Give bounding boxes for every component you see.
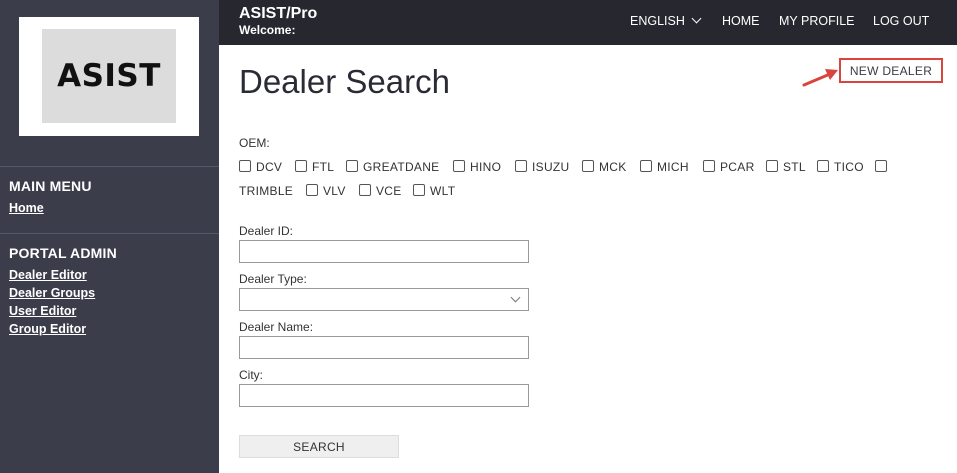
page-title: Dealer Search xyxy=(239,63,450,100)
language-dropdown[interactable]: ENGLISH xyxy=(630,13,702,28)
oem-checkbox-wlt[interactable] xyxy=(413,184,425,196)
nav-my-profile[interactable]: MY PROFILE xyxy=(779,14,854,28)
language-label: ENGLISH xyxy=(630,14,685,28)
sidebar-divider xyxy=(0,233,219,234)
search-button[interactable]: SEARCH xyxy=(239,435,399,458)
oem-checkbox-hino[interactable] xyxy=(453,160,465,172)
city-label: City: xyxy=(239,368,263,382)
oem-label-ftl: FTL xyxy=(312,160,335,174)
oem-label-mich: MICH xyxy=(657,160,689,174)
logo-container: ASIST xyxy=(19,17,199,136)
sidebar-link-group-editor[interactable]: Group Editor xyxy=(9,322,86,336)
nav-home[interactable]: HOME xyxy=(722,14,760,28)
oem-checkbox-ftl[interactable] xyxy=(295,160,307,172)
oem-label-mck: MCK xyxy=(599,160,627,174)
oem-label-isuzu: ISUZU xyxy=(532,160,570,174)
oem-checkbox-stl[interactable] xyxy=(766,160,778,172)
sidebar-divider xyxy=(0,166,219,167)
welcome-text: Welcome: xyxy=(239,23,296,37)
oem-label: OEM: xyxy=(239,136,270,150)
brand-title: ASIST/Pro xyxy=(239,5,318,22)
sidebar-link-user-editor[interactable]: User Editor xyxy=(9,304,76,318)
oem-checkbox-greatdane[interactable] xyxy=(346,160,358,172)
dealer-name-input[interactable] xyxy=(239,336,529,359)
oem-label-stl: STL xyxy=(783,160,806,174)
oem-checkbox-trimble[interactable] xyxy=(875,160,887,172)
oem-label-dcv: DCV xyxy=(256,160,283,174)
nav-log-out[interactable]: LOG OUT xyxy=(873,14,929,28)
dealer-name-label: Dealer Name: xyxy=(239,320,314,334)
oem-label-wlt: WLT xyxy=(430,184,456,198)
oem-checkbox-mck[interactable] xyxy=(582,160,594,172)
main-menu-heading: MAIN MENU xyxy=(9,178,92,194)
dealer-id-input[interactable] xyxy=(239,240,529,263)
dealer-id-label: Dealer ID: xyxy=(239,224,294,238)
oem-checkbox-vlv[interactable] xyxy=(306,184,318,196)
city-input[interactable] xyxy=(239,384,529,407)
oem-label-vlv: VLV xyxy=(323,184,346,198)
oem-checkbox-tico[interactable] xyxy=(817,160,829,172)
asist-logo: ASIST xyxy=(42,29,176,123)
oem-checkbox-isuzu[interactable] xyxy=(515,160,527,172)
dealer-type-select[interactable] xyxy=(239,288,529,311)
oem-label-greatdane: GREATDANE xyxy=(363,160,440,174)
oem-checkbox-dcv[interactable] xyxy=(239,160,251,172)
sidebar-link-dealer-editor[interactable]: Dealer Editor xyxy=(9,268,87,282)
new-dealer-button[interactable]: NEW DEALER xyxy=(839,58,943,83)
oem-checkbox-mich[interactable] xyxy=(640,160,652,172)
oem-label-trimble: TRIMBLE xyxy=(239,184,294,198)
dealer-type-label: Dealer Type: xyxy=(239,272,307,286)
sidebar-link-home[interactable]: Home xyxy=(9,201,44,215)
chevron-down-icon xyxy=(510,292,521,303)
portal-admin-heading: PORTAL ADMIN xyxy=(9,245,117,261)
oem-checkbox-vce[interactable] xyxy=(359,184,371,196)
oem-label-pcar: PCAR xyxy=(720,160,755,174)
oem-label-hino: HINO xyxy=(470,160,502,174)
sidebar-link-dealer-groups[interactable]: Dealer Groups xyxy=(9,286,95,300)
oem-label-vce: VCE xyxy=(376,184,402,198)
oem-label-tico: TICO xyxy=(834,160,864,174)
annotation-arrow-icon xyxy=(802,69,838,87)
chevron-down-icon xyxy=(691,13,702,24)
oem-checkbox-pcar[interactable] xyxy=(703,160,715,172)
top-bar: ASIST/Pro Welcome: ENGLISH HOME MY PROFI… xyxy=(219,0,957,45)
sidebar: ASIST MAIN MENU Home PORTAL ADMIN Dealer… xyxy=(0,0,219,473)
